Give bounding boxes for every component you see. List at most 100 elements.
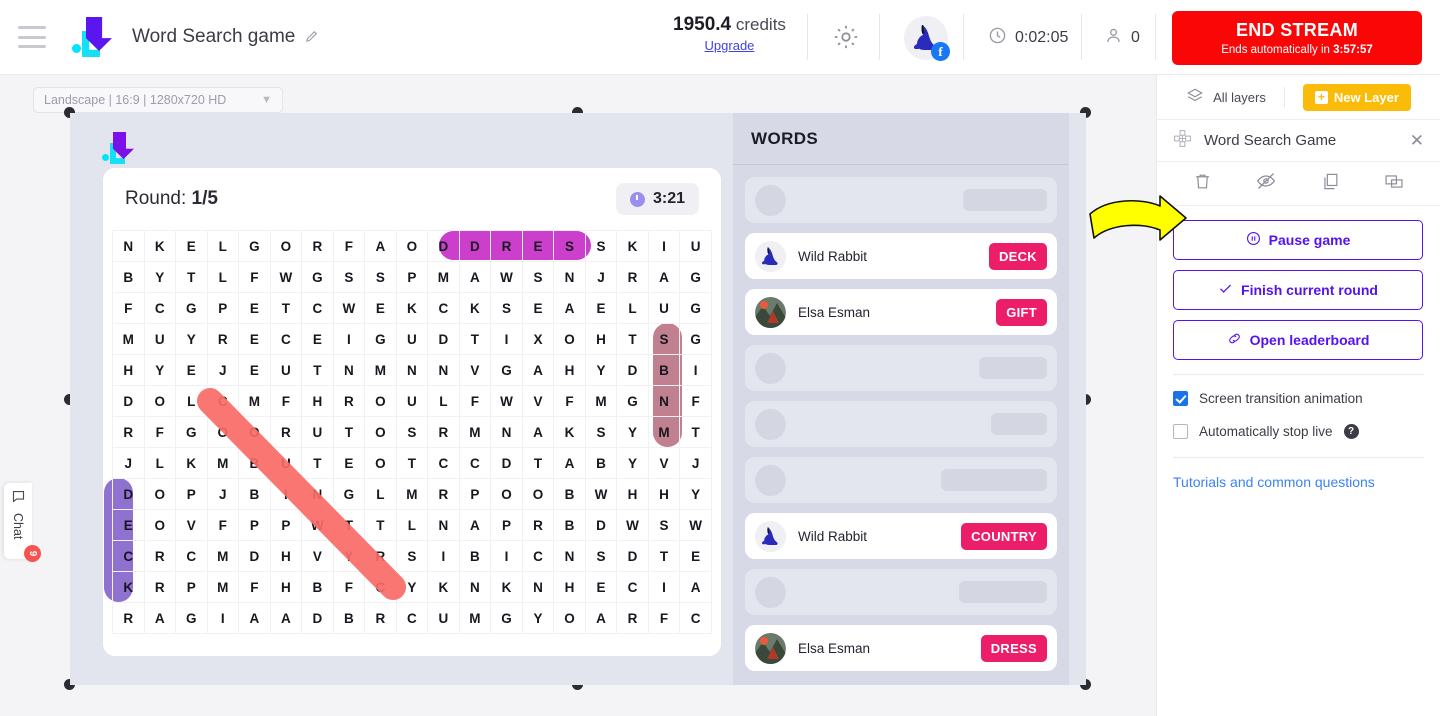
grid-cell[interactable]: R	[143, 571, 177, 603]
grid-cell[interactable]: E	[112, 509, 145, 541]
grid-cell[interactable]: K	[553, 416, 586, 448]
grid-cell[interactable]: U	[647, 292, 681, 324]
grid-cell[interactable]: N	[553, 540, 586, 572]
grid-cell[interactable]: T	[332, 416, 366, 448]
grid-cell[interactable]: F	[458, 385, 492, 417]
grid-cell[interactable]: M	[427, 261, 460, 293]
grid-cell[interactable]: W	[584, 478, 618, 510]
grid-cell[interactable]: B	[112, 261, 145, 293]
grid-cell[interactable]: F	[112, 292, 145, 324]
grid-cell[interactable]: C	[427, 447, 460, 479]
grid-cell[interactable]: O	[364, 385, 397, 417]
grid-cell[interactable]: M	[206, 571, 240, 603]
grid-cell[interactable]: Y	[584, 354, 618, 386]
grid-cell[interactable]: G	[364, 323, 397, 355]
grid-cell[interactable]: A	[458, 509, 492, 541]
account-avatar[interactable]: f	[904, 16, 950, 61]
grid-cell[interactable]: E	[238, 323, 271, 355]
grid-cell[interactable]: O	[553, 323, 586, 355]
grid-cell[interactable]: E	[584, 292, 618, 324]
grid-cell[interactable]: H	[553, 354, 586, 386]
grid-cell[interactable]: E	[364, 292, 397, 324]
grid-cell[interactable]: A	[584, 602, 618, 634]
grid-cell[interactable]: F	[206, 509, 240, 541]
grid-cell[interactable]: G	[332, 478, 366, 510]
grid-cell[interactable]: J	[112, 447, 145, 479]
grid-cell[interactable]: J	[206, 478, 240, 510]
grid-cell[interactable]: C	[112, 540, 145, 572]
grid-cell[interactable]: U	[395, 323, 429, 355]
grid-cell[interactable]: D	[112, 385, 145, 417]
grid-cell[interactable]: H	[553, 571, 586, 603]
grid-cell[interactable]: X	[521, 323, 555, 355]
grid-cell[interactable]: T	[269, 292, 303, 324]
grid-cell[interactable]: U	[395, 385, 429, 417]
grid-cell[interactable]: D	[616, 540, 649, 572]
grid-cell[interactable]: P	[175, 571, 208, 603]
grid-cell[interactable]: O	[521, 478, 555, 510]
grid-cell[interactable]: T	[647, 540, 681, 572]
all-layers-button[interactable]: All layers	[1186, 86, 1285, 108]
grid-cell[interactable]: T	[175, 261, 208, 293]
tutorials-link[interactable]: Tutorials and common questions	[1173, 474, 1424, 490]
grid-cell[interactable]: G	[490, 354, 523, 386]
grid-cell[interactable]: B	[458, 540, 492, 572]
grid-cell[interactable]: I	[490, 323, 523, 355]
grid-cell[interactable]: L	[143, 447, 177, 479]
grid-cell[interactable]: K	[616, 230, 649, 262]
grid-cell[interactable]: J	[206, 354, 240, 386]
grid-cell[interactable]: I	[206, 602, 240, 634]
grid-cell[interactable]: N	[427, 354, 460, 386]
grid-cell[interactable]: N	[458, 571, 492, 603]
grid-cell[interactable]: P	[458, 478, 492, 510]
grid-cell[interactable]: N	[490, 416, 523, 448]
grid-cell[interactable]: C	[395, 602, 429, 634]
grid-cell[interactable]: R	[427, 416, 460, 448]
grid-cell[interactable]: D	[238, 540, 271, 572]
finish-round-button[interactable]: Finish current round	[1173, 270, 1423, 310]
grid-cell[interactable]: F	[332, 230, 366, 262]
grid-cell[interactable]: H	[647, 478, 681, 510]
grid-cell[interactable]: K	[427, 571, 460, 603]
grid-cell[interactable]: W	[679, 509, 712, 541]
grid-cell[interactable]: L	[616, 292, 649, 324]
grid-cell[interactable]: M	[112, 323, 145, 355]
grid-cell[interactable]: J	[679, 447, 712, 479]
grid-cell[interactable]: G	[616, 385, 649, 417]
grid-cell[interactable]: G	[679, 292, 712, 324]
letter-grid[interactable]: NKELGORFAODDRESSKIUBYTLFWGSSPMAWSNJRAGFC…	[112, 230, 712, 634]
grid-cell[interactable]: A	[647, 261, 681, 293]
grid-cell[interactable]: R	[269, 416, 303, 448]
grid-cell[interactable]: B	[238, 478, 271, 510]
grid-cell[interactable]: S	[584, 540, 618, 572]
grid-cell[interactable]: O	[364, 447, 397, 479]
grid-cell[interactable]: E	[301, 323, 334, 355]
grid-cell[interactable]: R	[427, 478, 460, 510]
grid-cell[interactable]: I	[332, 323, 366, 355]
grid-cell[interactable]: S	[584, 416, 618, 448]
grid-cell[interactable]: Y	[616, 447, 649, 479]
grid-cell[interactable]: K	[112, 571, 145, 603]
grid-cell[interactable]: G	[175, 602, 208, 634]
letter-grid-wrapper[interactable]: NKELGORFAODDRESSKIUBYTLFWGSSPMAWSNJRAGFC…	[103, 230, 721, 634]
grid-cell[interactable]: R	[616, 602, 649, 634]
grid-cell[interactable]: T	[679, 416, 712, 448]
grid-cell[interactable]: H	[112, 354, 145, 386]
grid-cell[interactable]: O	[395, 230, 429, 262]
grid-cell[interactable]: N	[521, 571, 555, 603]
grid-cell[interactable]: C	[616, 571, 649, 603]
grid-cell[interactable]: C	[143, 292, 177, 324]
grid-cell[interactable]: G	[679, 261, 712, 293]
pause-game-button[interactable]: Pause game	[1173, 220, 1423, 260]
grid-cell[interactable]: N	[427, 509, 460, 541]
grid-cell[interactable]: D	[458, 230, 492, 262]
grid-cell[interactable]: M	[458, 602, 492, 634]
grid-cell[interactable]: E	[521, 230, 555, 262]
grid-cell[interactable]: D	[616, 354, 649, 386]
grid-cell[interactable]: P	[238, 509, 271, 541]
grid-cell[interactable]: I	[647, 230, 681, 262]
grid-cell[interactable]: R	[364, 602, 397, 634]
grid-cell[interactable]: D	[427, 323, 460, 355]
grid-cell[interactable]: R	[521, 509, 555, 541]
grid-cell[interactable]: J	[584, 261, 618, 293]
